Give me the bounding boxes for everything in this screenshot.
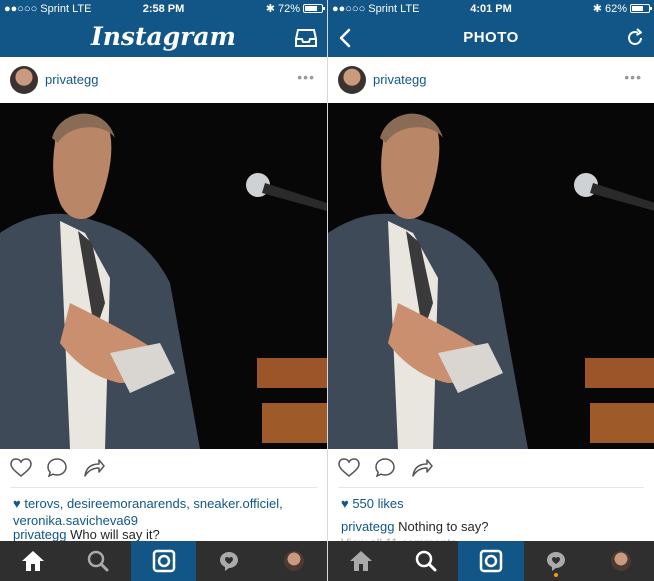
battery-icon <box>630 4 652 13</box>
more-options-icon[interactable]: ••• <box>297 69 315 85</box>
heart-outline-icon[interactable] <box>334 453 364 483</box>
tab-activity[interactable] <box>524 541 589 581</box>
tab-profile[interactable] <box>589 541 654 581</box>
page-title: PHOTO <box>463 29 519 46</box>
camera-icon <box>152 549 175 573</box>
instagram-logo: Instagram <box>91 22 236 51</box>
divider <box>10 487 317 488</box>
camera-icon <box>479 549 503 573</box>
status-bar: ●●○○○ Sprint LTE 2:58 PM ✱ 72% <box>0 0 327 19</box>
battery-percent: 62% <box>604 2 627 15</box>
post-header: privategg ••• <box>328 57 654 104</box>
search-icon <box>87 550 109 572</box>
more-options-icon[interactable]: ••• <box>624 69 642 85</box>
caption-username[interactable]: privategg <box>341 519 394 534</box>
tab-activity[interactable] <box>196 541 261 581</box>
photo-image <box>328 103 654 449</box>
tab-home[interactable] <box>328 541 393 581</box>
photo-image <box>0 103 327 449</box>
tab-camera[interactable] <box>130 541 197 581</box>
comment-bubble-icon[interactable] <box>42 453 72 483</box>
comment-bubble-icon[interactable] <box>370 453 400 483</box>
tab-bar <box>0 541 327 581</box>
home-icon <box>21 551 44 571</box>
divider <box>338 487 644 488</box>
battery-percent: 72% <box>277 2 300 15</box>
status-right: ✱ 72% <box>265 2 325 15</box>
post-actions <box>328 453 654 485</box>
caption-username[interactable]: privategg <box>13 527 66 542</box>
tab-profile[interactable] <box>262 541 327 581</box>
likes-count[interactable]: ♥ 550 likes <box>341 495 646 512</box>
home-icon <box>349 551 372 571</box>
bluetooth-icon: ✱ <box>592 3 602 15</box>
post-photo[interactable] <box>0 103 327 449</box>
liked-by-list[interactable]: ♥ terovs, desireemoranarends, sneaker.of… <box>13 495 319 529</box>
status-right: ✱ 62% <box>592 2 652 15</box>
post-username[interactable]: privategg <box>45 72 98 87</box>
share-arrow-icon[interactable] <box>79 453 109 483</box>
right-screen: ●●○○○ Sprint LTE 4:01 PM ✱ 62% PHOTO pri… <box>327 0 654 581</box>
nav-bar: PHOTO <box>328 19 654 57</box>
refresh-icon[interactable] <box>622 25 648 51</box>
profile-avatar-icon <box>284 551 305 571</box>
inbox-icon[interactable] <box>293 25 319 51</box>
heart-outline-icon[interactable] <box>6 453 36 483</box>
caption-text: Nothing to say? <box>398 519 489 534</box>
avatar[interactable] <box>338 66 366 94</box>
nav-bar: Instagram <box>0 19 327 57</box>
battery-icon <box>303 4 325 13</box>
notification-dot <box>554 573 559 577</box>
status-bar: ●●○○○ Sprint LTE 4:01 PM ✱ 62% <box>328 0 654 19</box>
post-photo[interactable] <box>328 103 654 449</box>
avatar[interactable] <box>10 66 38 94</box>
post-header: privategg ••• <box>0 57 327 104</box>
profile-avatar-icon <box>611 551 632 571</box>
caption-text: Who will say it? <box>70 527 160 542</box>
activity-bubble-icon <box>219 552 238 571</box>
activity-bubble-icon <box>547 552 566 571</box>
tab-search[interactable] <box>393 541 458 581</box>
tab-home[interactable] <box>0 541 65 581</box>
post-actions <box>0 453 327 485</box>
post-caption: privategg Who will say it? <box>13 527 319 542</box>
post-caption: privategg Nothing to say? <box>341 519 646 534</box>
share-arrow-icon[interactable] <box>407 453 437 483</box>
bluetooth-icon: ✱ <box>265 3 275 15</box>
search-icon <box>415 550 437 572</box>
tab-search[interactable] <box>65 541 130 581</box>
tab-camera[interactable] <box>458 541 524 581</box>
tab-bar <box>328 541 654 581</box>
left-screen: ●●○○○ Sprint LTE 2:58 PM ✱ 72% Instagram… <box>0 0 327 581</box>
post-username[interactable]: privategg <box>373 72 426 87</box>
